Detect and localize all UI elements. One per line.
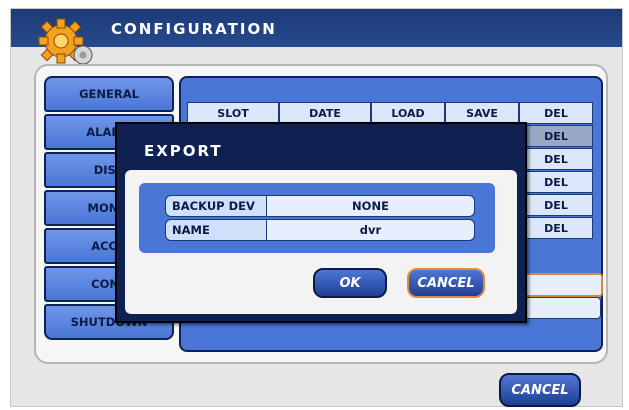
- export-form: BACKUP DEV NONE NAME dvr: [165, 195, 475, 243]
- column-header-slot: SLOT: [187, 102, 279, 124]
- gear-icon: [33, 11, 103, 71]
- dialog-body: BACKUP DEV NONE NAME dvr OK CANCEL: [125, 170, 517, 314]
- sidebar-item-general[interactable]: GENERAL: [44, 76, 174, 112]
- title-bar: CONFIGURATION: [11, 9, 622, 65]
- config-name-field[interactable]: [519, 273, 603, 297]
- dialog-cancel-button[interactable]: CANCEL: [407, 268, 485, 298]
- del-button[interactable]: DEL: [519, 148, 593, 170]
- dialog-form-panel: BACKUP DEV NONE NAME dvr: [139, 183, 495, 253]
- sidebar-item-label: GENERAL: [79, 87, 139, 101]
- ok-button[interactable]: OK: [313, 268, 387, 298]
- dialog-title: EXPORT: [144, 142, 223, 160]
- column-header-load: LOAD: [371, 102, 445, 124]
- backup-dev-label: BACKUP DEV: [165, 195, 267, 217]
- column-header-date: DATE: [279, 102, 371, 124]
- form-row-name: NAME dvr: [165, 219, 475, 241]
- name-input[interactable]: dvr: [267, 219, 475, 241]
- column-header-save: SAVE: [445, 102, 519, 124]
- column-header-del: DEL: [519, 102, 593, 124]
- form-row-backup-dev: BACKUP DEV NONE: [165, 195, 475, 217]
- del-button[interactable]: DEL: [519, 217, 593, 239]
- del-button[interactable]: DEL: [519, 171, 593, 193]
- del-button[interactable]: DEL: [519, 125, 593, 147]
- config-action-field[interactable]: [519, 297, 601, 319]
- backup-dev-select[interactable]: NONE: [267, 195, 475, 217]
- name-label: NAME: [165, 219, 267, 241]
- page-title: CONFIGURATION: [111, 20, 277, 38]
- table-header-row: SLOT DATE LOAD SAVE DEL: [187, 102, 595, 124]
- cancel-button[interactable]: CANCEL: [499, 373, 581, 407]
- export-dialog: EXPORT BACKUP DEV NONE NAME dvr OK CANCE…: [115, 122, 527, 323]
- del-button[interactable]: DEL: [519, 194, 593, 216]
